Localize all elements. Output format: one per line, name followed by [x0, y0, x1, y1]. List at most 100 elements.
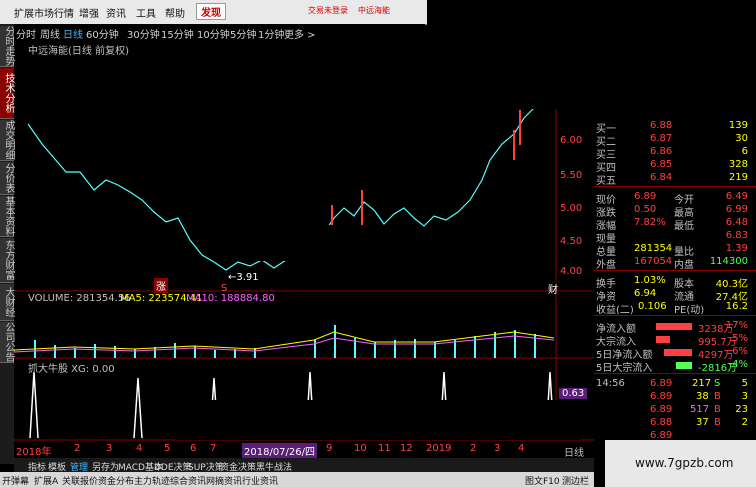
period-1min[interactable]: 1分钟 [258, 26, 284, 41]
stat-row: 换手 1.03% 股本 40.3亿 [596, 275, 748, 290]
flow-row: 净流入额 3238万 17% [596, 320, 748, 335]
side-tab-eastmoney[interactable]: 东方财富 [0, 238, 14, 283]
side-tab-profile[interactable]: 基本资料 [0, 196, 14, 237]
redaction-top-right [427, 0, 756, 109]
menu-item-extended-market[interactable]: 扩展市场行情 [14, 5, 74, 20]
stat-row: 收益(二) 0.106 PE(动) 16.2 [596, 301, 748, 316]
period-30min[interactable]: 30分钟 [127, 26, 160, 41]
period-5min[interactable]: 5分钟 [230, 26, 256, 41]
period-label: 日线 [564, 448, 584, 459]
menu-item-enhance[interactable]: 增强 [79, 5, 99, 20]
date-tick: 10 [354, 443, 367, 454]
flow-bar [676, 362, 692, 369]
side-tab-timeshare[interactable]: 分时走势 [0, 26, 14, 67]
status-bar: 开弹幕 扩展A 关联报价 资金分布 主力轨迹 综合资讯 网摘资讯 行业资讯 图文… [0, 472, 594, 487]
redaction-block [31, 230, 158, 260]
date-tick-2018: 2018年 [16, 447, 52, 458]
status-tab-news[interactable]: 综合资讯 [170, 474, 206, 487]
login-status[interactable]: 交易未登录 [308, 5, 348, 16]
date-tick: 2 [74, 443, 81, 454]
rise-marker: 涨 [154, 278, 168, 293]
divider [594, 373, 756, 374]
flow-bar [664, 349, 692, 356]
side-tabs: 分时走势 技术分析 成交明细 分价表 基本资料 东方财富 大财经 公司公告 [0, 24, 14, 464]
finance-marker: 财 [548, 285, 558, 296]
stat-row: 涨幅 7.82% 最低 6.48 [596, 217, 748, 232]
status-tab-related[interactable]: 关联报价 [62, 474, 98, 487]
stat-row: 净资 6.94 流通 27.4亿 [596, 288, 748, 303]
menu-bar: 扩展市场行情 增强 资讯 工具 帮助 发现 交易未登录 中远海能 [0, 0, 427, 25]
tick-row: 6.88 37 B 2 [650, 417, 748, 428]
period-week[interactable]: 周线 [40, 26, 60, 41]
stat-row: 外盘 167054 内盘 114300 [596, 256, 748, 271]
menu-item-help[interactable]: 帮助 [165, 5, 185, 20]
status-tab-ext[interactable]: 扩展A [34, 474, 58, 487]
status-sidebar[interactable]: 测边栏 [562, 474, 589, 487]
side-tab-finance[interactable]: 大财经 [0, 284, 14, 321]
date-tick: 6 [190, 443, 197, 454]
bid-row-1: 买一 6.88 139 [596, 120, 748, 135]
menu-item-tools[interactable]: 工具 [136, 5, 156, 20]
date-tick: 12 [400, 443, 413, 454]
flow-bar [656, 323, 692, 330]
date-tick: 5 [164, 443, 171, 454]
status-tab-main-track[interactable]: 主力轨迹 [134, 474, 170, 487]
indicator-label: 抓大牛股 XG: 0.00 [28, 364, 115, 375]
price-tick-400: 4.00 [560, 266, 583, 277]
redaction-block [210, 125, 472, 159]
quote-panel: 买一 6.88 139 买二 6.87 30 买三 6.86 6 买四 6.85 328 买五 6… [594, 109, 756, 475]
price-tick-550: 5.50 [560, 170, 583, 181]
status-tab-digest[interactable]: 网摘资讯 [206, 474, 242, 487]
date-tick: 3 [106, 443, 113, 454]
status-tab-danmu[interactable]: 开弹幕 [2, 474, 29, 487]
indicator-tab-bar: 指标 模板 管理 另存为 MACD基本 DDE决策 SUP决策 资金决策 黑牛战… [14, 458, 594, 473]
bid-row-3: 买三 6.86 6 [596, 146, 748, 161]
date-tick: 9 [326, 443, 333, 454]
menu-item-discover[interactable]: 发现 [196, 3, 226, 20]
stat-row: 现量 6.83 [596, 230, 748, 245]
tick-row: 6.89 38 B 3 [650, 391, 748, 402]
low-price-marker: ←3.91 [228, 272, 259, 283]
tick-row: 6.89 517 B 23 [650, 404, 748, 415]
date-axis: 2018年 2 3 4 5 6 7 2018/07/26/四 9 10 11 1… [14, 443, 554, 458]
period-more[interactable]: 更多 > [284, 26, 316, 41]
status-tab-fund-dist[interactable]: 资金分布 [98, 474, 134, 487]
price-tick-500: 5.00 [560, 203, 583, 214]
period-60min[interactable]: 60分钟 [86, 26, 119, 41]
divider [594, 186, 756, 187]
side-tab-price-table[interactable]: 分价表 [0, 162, 14, 195]
stat-row: 现价 6.89 今开 6.49 [596, 191, 748, 206]
divider [594, 270, 756, 271]
date-tick: 2 [470, 443, 477, 454]
flow-row: 大宗流入 995.7万 5% [596, 333, 748, 348]
watermark: www.7gpzb.com [605, 440, 756, 487]
date-tick: 7 [210, 443, 217, 454]
status-f10[interactable]: 图文F10 [525, 474, 560, 487]
flow-row: 5日大宗流入 -2816万 -4% [596, 359, 748, 374]
menu-item-news[interactable]: 资讯 [106, 5, 126, 20]
stat-row: 总量 281354 量比 1.39 [596, 243, 748, 258]
side-tab-announcements[interactable]: 公司公告 [0, 322, 14, 363]
period-bar: 分时 周线 日线 60分钟 30分钟 15分钟 10分钟 5分钟 1分钟 更多 … [14, 24, 425, 41]
stock-name-header: 中远海能 [358, 6, 390, 15]
flow-row: 5日净流入额 4297万 6% [596, 346, 748, 361]
bid-row-5: 买五 6.84 219 [596, 172, 748, 187]
side-tab-technical[interactable]: 技术分析 [0, 68, 14, 119]
indicator-value: 0.63 [559, 388, 588, 399]
redaction-block [176, 400, 580, 440]
bid-row-2: 买二 6.87 30 [596, 133, 748, 148]
status-tab-industry[interactable]: 行业资讯 [242, 474, 278, 487]
period-day[interactable]: 日线 [63, 26, 83, 41]
divider [594, 315, 756, 316]
date-tick: 11 [378, 443, 391, 454]
price-tick-600: 6.00 [560, 135, 583, 146]
period-timeshare[interactable]: 分时 [16, 26, 36, 41]
date-tick: 3 [494, 443, 501, 454]
side-tab-trades[interactable]: 成交明细 [0, 120, 14, 161]
date-tick: 2019 [426, 443, 452, 454]
date-tick: 4 [136, 443, 143, 454]
period-15min[interactable]: 15分钟 [161, 26, 194, 41]
date-tick: 4 [518, 443, 525, 454]
period-10min[interactable]: 10分钟 [197, 26, 230, 41]
date-cursor: 2018/07/26/四 [242, 443, 318, 458]
